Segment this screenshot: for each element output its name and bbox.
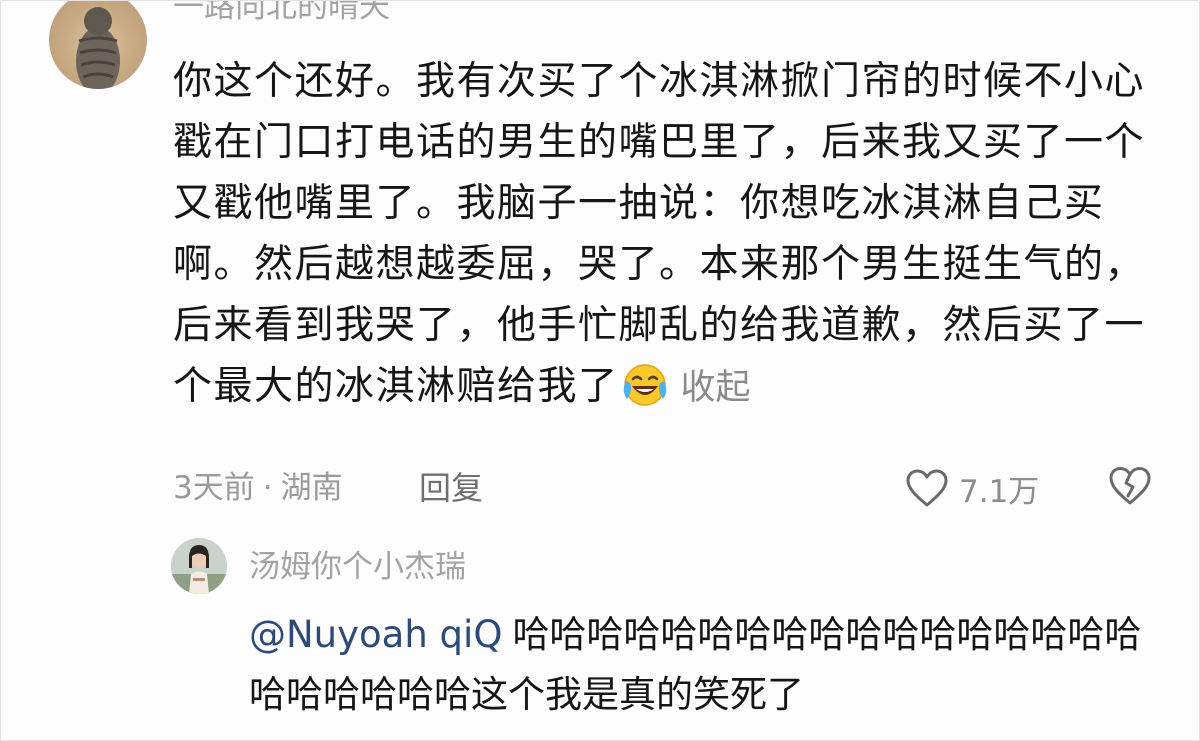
laughing-crying-emoji-icon bbox=[621, 361, 671, 425]
comment-meta: 3天前 · 湖南 bbox=[173, 465, 343, 511]
broken-heart-icon[interactable] bbox=[1107, 465, 1153, 507]
comment-username[interactable]: 一路向北的晴天 bbox=[173, 1, 390, 27]
comment-thread: 一路向北的晴天 你这个还好。我有次买了个冰淇淋掀门帘的时候不小心戳在门口打电话的… bbox=[0, 0, 1200, 741]
comment-text: 你这个还好。我有次买了个冰淇淋掀门帘的时候不小心戳在门口打电话的男生的嘴巴里了，… bbox=[173, 59, 1146, 409]
comment-body: 你这个还好。我有次买了个冰淇淋掀门帘的时候不小心戳在门口打电话的男生的嘴巴里了，… bbox=[173, 51, 1163, 425]
cat-avatar-icon bbox=[76, 7, 120, 89]
avatar[interactable] bbox=[49, 1, 147, 89]
like-button[interactable]: 7.1万 bbox=[905, 463, 1039, 513]
like-count: 7.1万 bbox=[959, 473, 1040, 510]
dislike-button[interactable] bbox=[1107, 465, 1153, 511]
comment-time: 3天前 bbox=[173, 470, 255, 506]
person-avatar-icon bbox=[171, 538, 227, 594]
reply-button[interactable]: 回复 bbox=[419, 465, 483, 511]
meta-separator: · bbox=[262, 470, 273, 506]
reply-username[interactable]: 汤姆你个小杰瑞 bbox=[249, 545, 466, 589]
reply-avatar[interactable] bbox=[171, 538, 227, 594]
collapse-link[interactable]: 收起 bbox=[681, 368, 751, 408]
mention-link[interactable]: @Nuyoah qiQ bbox=[249, 613, 502, 656]
reply-body: @Nuyoah qiQ 哈哈哈哈哈哈哈哈哈哈哈哈哈哈哈哈哈哈哈哈哈哈哈这个我是真的… bbox=[249, 605, 1169, 725]
comment-location: 湖南 bbox=[280, 470, 343, 506]
heart-icon[interactable] bbox=[905, 468, 949, 508]
